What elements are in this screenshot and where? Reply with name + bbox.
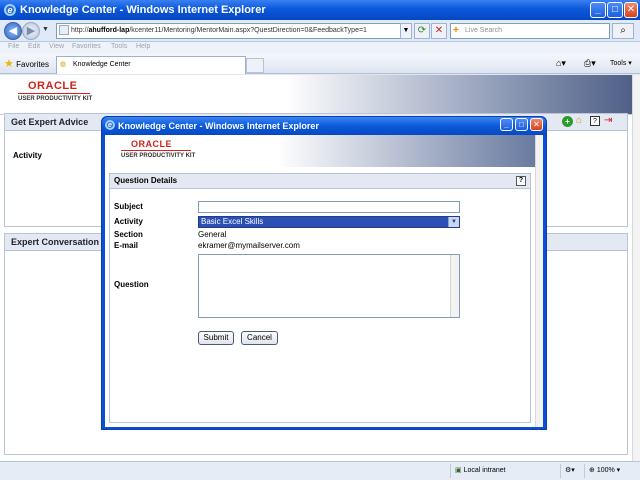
home-page-icon[interactable]: ⌂	[576, 115, 582, 126]
add-icon[interactable]: +	[562, 116, 573, 127]
activity-field-label: Activity	[114, 217, 143, 226]
activity-select[interactable]: Basic Excel Skills ▼	[198, 216, 460, 228]
window-title: Knowledge Center - Windows Internet Expl…	[20, 4, 266, 16]
intranet-icon: ▣	[455, 467, 462, 474]
star-icon: ★	[4, 58, 14, 70]
popup-close-button[interactable]: ✕	[530, 118, 543, 131]
status-bar: ▣ Local intranet ⚙▾ ⊕ 100% ▾	[0, 461, 640, 480]
menu-tools[interactable]: Tools	[111, 43, 127, 50]
question-details-header: Question Details ?	[109, 173, 531, 189]
help-icon[interactable]: ?	[590, 116, 600, 126]
popup-title: Knowledge Center - Windows Internet Expl…	[118, 121, 319, 131]
minimize-button[interactable]: _	[590, 2, 606, 18]
section-value: General	[198, 230, 227, 239]
protected-mode-icon[interactable]: ⚙▾	[560, 464, 582, 478]
popup-maximize-button[interactable]: □	[515, 118, 528, 131]
refresh-icon[interactable]: ⟳	[414, 23, 430, 39]
close-button[interactable]: ✕	[624, 2, 638, 18]
address-dropdown-icon[interactable]: ▼	[400, 23, 412, 39]
question-scrollbar[interactable]	[450, 255, 459, 317]
page-icon	[59, 25, 69, 36]
popup-upk-label: USER PRODUCTIVITY KIT	[121, 153, 196, 159]
menu-file[interactable]: File	[8, 43, 19, 50]
logo-rule	[18, 93, 90, 94]
activity-label: Activity	[13, 151, 42, 160]
url-path: /kcenter11/Mentoring/MentorMain.aspx?Que…	[129, 27, 367, 34]
expert-conversation-title: Expert Conversation	[11, 237, 100, 247]
tools-menu-button[interactable]: Tools ▾	[610, 59, 632, 67]
favorites-button[interactable]: ★ Favorites	[4, 57, 49, 70]
url-host: ahufford-lap	[88, 27, 130, 34]
popup-logo-rule	[121, 150, 191, 151]
live-search-icon: ✚	[453, 27, 459, 34]
email-value: ekramer@mymailserver.com	[198, 241, 300, 250]
search-go-icon[interactable]: ⌕	[612, 23, 634, 39]
activity-selected-value: Basic Excel Skills	[201, 217, 264, 226]
menu-bar: File Edit View Favorites Tools Help	[0, 42, 640, 54]
zoom-control[interactable]: ⊕ 100% ▾	[584, 464, 624, 478]
url-prefix: http://	[71, 27, 89, 34]
address-input[interactable]: http://ahufford-lap/kcenter11/Mentoring/…	[56, 23, 412, 39]
tab-knowledge-center[interactable]: ◍ Knowledge Center	[56, 56, 246, 74]
section-label: Section	[114, 230, 143, 239]
question-help-icon[interactable]: ?	[516, 176, 526, 186]
popup-titlebar: e Knowledge Center - Windows Internet Ex…	[102, 117, 546, 135]
popup-content: ORACLE USER PRODUCTIVITY KIT Question De…	[105, 135, 543, 427]
question-label: Question	[114, 280, 149, 289]
exit-icon[interactable]: ⇥	[604, 115, 612, 126]
new-tab-button[interactable]	[246, 58, 264, 73]
tab-label: Knowledge Center	[73, 61, 131, 68]
popup-oracle-logo: ORACLE	[131, 139, 172, 149]
cancel-button[interactable]: Cancel	[241, 331, 278, 345]
menu-view[interactable]: View	[49, 43, 64, 50]
menu-help[interactable]: Help	[136, 43, 150, 50]
zoom-icon: ⊕	[589, 467, 595, 474]
popup-banner: ORACLE USER PRODUCTIVITY KIT	[105, 135, 535, 167]
question-details-title: Question Details	[114, 176, 178, 185]
question-textarea[interactable]	[198, 254, 460, 318]
search-input[interactable]: ✚ Live Search	[450, 23, 610, 39]
menu-edit[interactable]: Edit	[28, 43, 40, 50]
get-expert-advice-title: Get Expert Advice	[11, 117, 89, 127]
search-placeholder: Live Search	[465, 27, 502, 34]
question-details-body: Subject Activity Basic Excel Skills ▼ Se…	[109, 189, 531, 423]
zone-label: Local intranet	[463, 467, 506, 474]
popup-scrollbar[interactable]	[535, 135, 543, 427]
menu-favorites[interactable]: Favorites	[72, 43, 101, 50]
tools-label: Tools	[610, 60, 627, 67]
favorites-bar: ★ Favorites ◍ Knowledge Center ⌂▾ ⎙▾ Too…	[0, 54, 640, 74]
submit-button[interactable]: Submit	[198, 331, 234, 345]
subject-label: Subject	[114, 202, 143, 211]
history-dropdown-icon[interactable]: ▼	[42, 26, 49, 33]
zone-indicator: ▣ Local intranet	[450, 464, 558, 478]
address-toolbar: ◀ ▶ ▼ http://ahufford-lap/kcenter11/Ment…	[0, 20, 640, 42]
oracle-logo: ORACLE	[28, 80, 78, 92]
window-titlebar: e Knowledge Center - Windows Internet Ex…	[0, 0, 640, 20]
forward-button[interactable]: ▶	[22, 22, 40, 40]
stop-icon[interactable]: ✕	[431, 23, 447, 39]
subject-input[interactable]	[198, 201, 460, 213]
chevron-down-icon[interactable]: ▼	[448, 217, 459, 227]
zoom-label: 100%	[596, 467, 615, 474]
upk-label: USER PRODUCTIVITY KIT	[18, 96, 93, 102]
home-icon[interactable]: ⌂▾	[556, 58, 566, 69]
page-banner: ORACLE USER PRODUCTIVITY KIT	[0, 75, 632, 115]
page-scrollbar[interactable]	[632, 75, 640, 461]
popup-ie-logo-icon: e	[105, 120, 115, 130]
tab-page-icon: ◍	[60, 61, 67, 68]
ie-logo-icon: e	[4, 4, 16, 16]
maximize-button[interactable]: □	[607, 2, 623, 18]
back-button[interactable]: ◀	[4, 22, 22, 40]
print-icon[interactable]: ⎙▾	[584, 58, 596, 69]
popup-minimize-button[interactable]: _	[500, 118, 513, 131]
favorites-label: Favorites	[16, 60, 50, 69]
email-label: E-mail	[114, 241, 139, 250]
popup-window: e Knowledge Center - Windows Internet Ex…	[101, 116, 547, 430]
